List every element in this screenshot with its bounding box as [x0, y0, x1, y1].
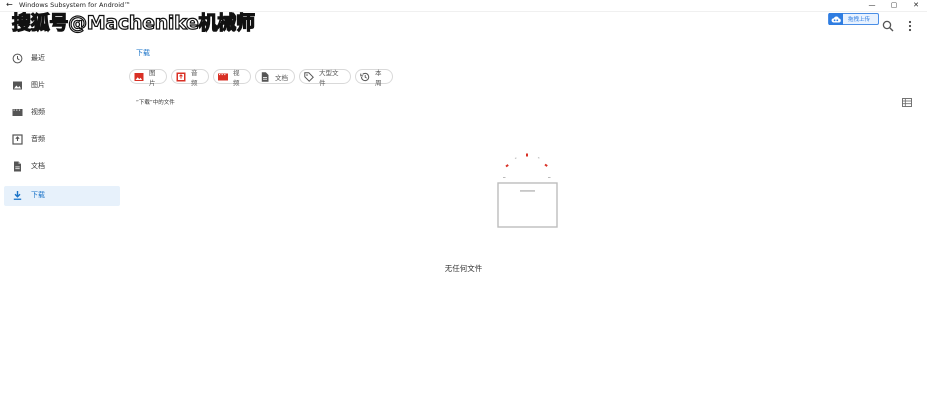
sidebar-item-recent[interactable]: 最近 — [4, 49, 120, 69]
chip-documents[interactable]: 文档 — [255, 69, 295, 84]
sidebar-item-documents[interactable]: 文档 — [4, 157, 120, 177]
film-icon — [12, 109, 23, 116]
sidebar-item-audio[interactable]: 音频 — [4, 130, 120, 150]
sidebar-item-images[interactable]: 图片 — [4, 76, 120, 96]
chip-label: 音频 — [191, 68, 198, 87]
sidebar-item-downloads[interactable]: 下载 — [4, 186, 120, 206]
section-label: “下载”中的文件 — [136, 100, 175, 106]
chip-label: 文档 — [275, 73, 288, 82]
maximize-button[interactable]: ▢ — [883, 0, 905, 11]
empty-state-label: 无任何文件 — [444, 264, 483, 273]
drag-upload-label: 拖拽上传 — [848, 17, 871, 23]
search-icon[interactable] — [882, 20, 894, 32]
audio-icon — [176, 72, 186, 81]
document-icon — [14, 161, 21, 172]
sidebar-item-label: 最近 — [31, 54, 45, 62]
sidebar-item-label: 下载 — [31, 191, 45, 199]
chip-videos[interactable]: 视频 — [213, 68, 251, 87]
chip-label: 图片 — [149, 68, 156, 87]
minimize-button[interactable]: — — [861, 0, 883, 11]
drag-upload-button[interactable]: 拖拽上传 — [828, 13, 879, 25]
sidebar-item-label: 图片 — [31, 81, 45, 89]
chip-label: 大型文件 — [319, 68, 339, 87]
sidebar-item-videos[interactable]: 视频 — [4, 103, 120, 123]
watermark-text: 搜狐号@Machenike机械师 — [11, 11, 255, 34]
chip-label: 本周 — [375, 68, 382, 87]
audio-icon — [12, 134, 23, 145]
sidebar-item-label: 视频 — [31, 108, 45, 116]
close-button[interactable]: ✕ — [905, 0, 927, 11]
image-icon — [134, 72, 144, 81]
files-app-window: ← Windows Subsystem for Android™ — ▢ ✕ 搜… — [0, 0, 927, 400]
tag-icon — [304, 71, 314, 82]
more-vert-icon[interactable] — [906, 20, 914, 32]
image-icon — [13, 81, 22, 90]
chip-images[interactable]: 图片 — [129, 68, 167, 87]
film-icon — [218, 73, 228, 80]
sidebar-item-label: 音频 — [31, 135, 45, 143]
download-icon — [13, 191, 22, 200]
document-icon — [261, 71, 269, 82]
window-controls: — ▢ ✕ — [861, 0, 927, 11]
view-toggle-icon[interactable] — [902, 98, 912, 107]
breadcrumb[interactable]: 下载 — [136, 48, 150, 58]
clock-icon — [12, 53, 23, 64]
chip-large-files[interactable]: 大型文件 — [299, 68, 351, 87]
chip-audio[interactable]: 音频 — [171, 68, 209, 87]
chip-this-week[interactable]: 本周 — [355, 68, 393, 87]
empty-folder-illustration — [497, 153, 558, 228]
empty-state-text: 无任何文件 — [0, 263, 927, 274]
history-icon — [360, 72, 370, 81]
cloud-upload-icon — [829, 13, 843, 25]
chip-label: 视频 — [233, 68, 240, 87]
sidebar-item-label: 文档 — [31, 162, 45, 170]
